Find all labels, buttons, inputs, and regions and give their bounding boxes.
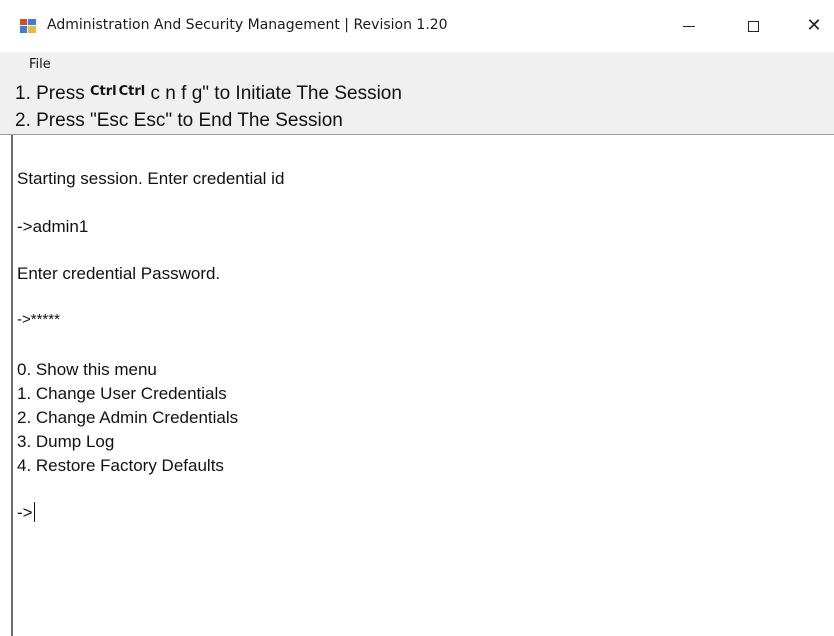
app-window: Administration And Security Management |…	[0, 0, 834, 636]
console-password-prompt: Enter credential Password.	[17, 264, 221, 283]
ctrl-key-1: Ctrl	[89, 84, 117, 99]
menu-item-dump-log: 3. Dump Log	[17, 432, 115, 451]
menu-item-restore-defaults: 4. Restore Factory Defaults	[17, 456, 224, 475]
menu-bar: File	[0, 52, 834, 78]
close-button[interactable]: ✕	[791, 0, 834, 52]
console-id-input: ->admin1	[17, 217, 89, 236]
maximize-button[interactable]	[730, 0, 776, 52]
title-bar[interactable]: Administration And Security Management |…	[0, 0, 834, 52]
close-icon: ✕	[806, 15, 822, 36]
instruction-end: 2. Press "Esc Esc" to End The Session	[15, 110, 343, 131]
console-password-input: ->*****	[17, 311, 60, 328]
window-title: Administration And Security Management |…	[47, 17, 448, 33]
minimize-button[interactable]	[666, 0, 712, 52]
minimize-icon	[683, 25, 695, 27]
menu-item-change-user: 1. Change User Credentials	[17, 384, 227, 403]
instructions-panel: 1. Press Ctrl Ctrl c n f g" to Initiate T…	[0, 78, 834, 135]
text-caret	[33, 502, 35, 522]
console-prompt-line[interactable]: ->	[17, 502, 35, 523]
console-output[interactable]: Starting session. Enter credential id ->…	[11, 135, 834, 636]
console-start-line: Starting session. Enter credential id	[17, 169, 285, 188]
console-prompt: ->	[17, 503, 33, 522]
menu-file[interactable]: File	[29, 57, 51, 72]
instruction-initiate-prefix: 1. Press	[15, 83, 90, 104]
maximize-icon	[747, 20, 759, 32]
instruction-initiate: 1. Press Ctrl Ctrl c n f g" to Initiate T…	[15, 83, 402, 105]
instruction-initiate-suffix: c n f g" to Initiate The Session	[145, 83, 402, 104]
menu-item-change-admin: 2. Change Admin Credentials	[17, 408, 239, 427]
app-window-icon	[20, 19, 36, 33]
ctrl-key-2: Ctrl	[118, 84, 146, 99]
menu-item-show-menu: 0. Show this menu	[17, 360, 157, 379]
